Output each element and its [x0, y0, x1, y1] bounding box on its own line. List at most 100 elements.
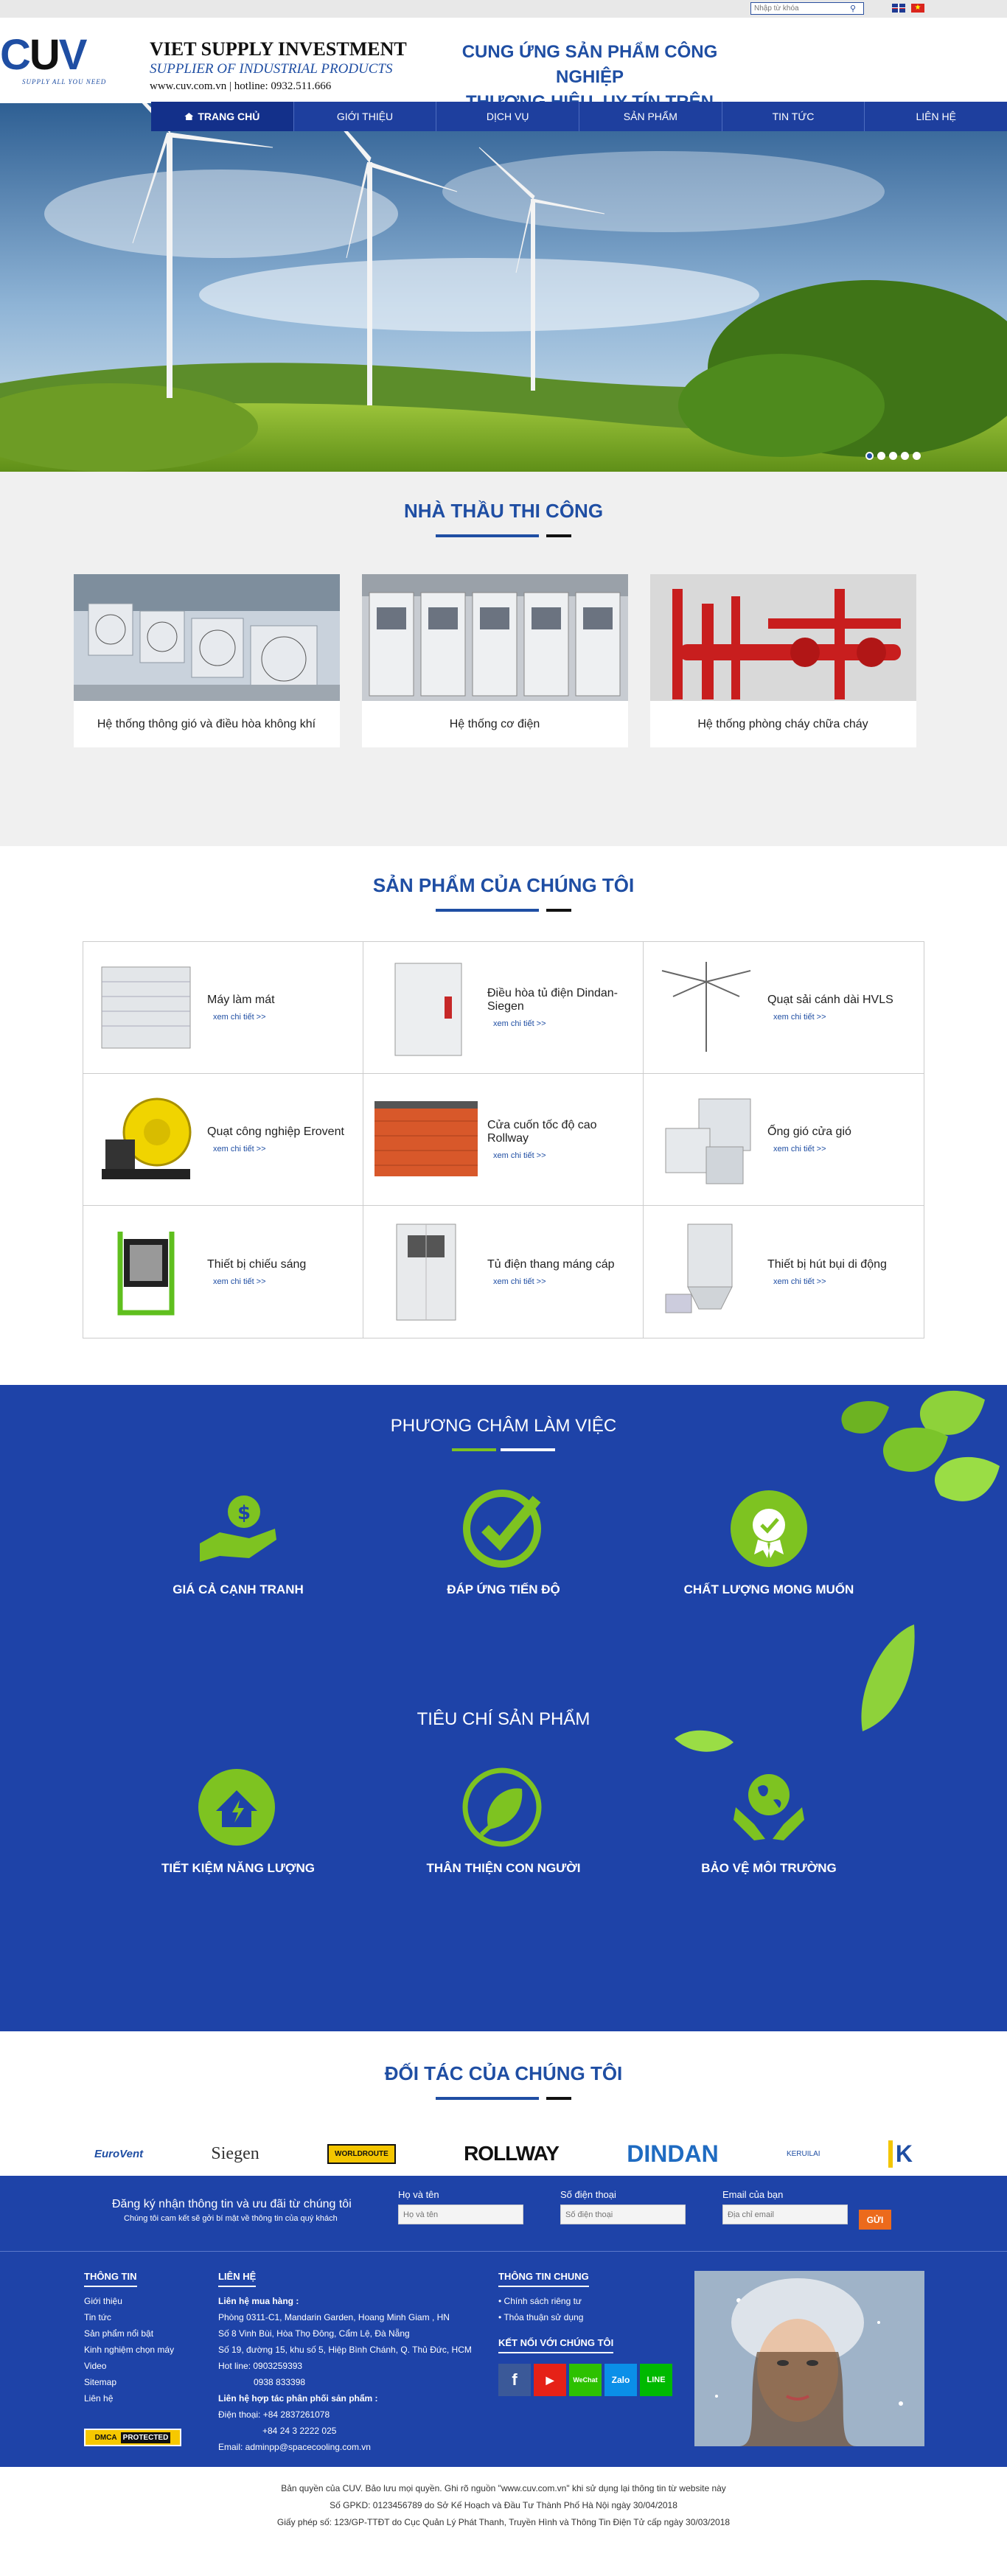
product-item[interactable]: Thiết bị hút bụi di động xem chi tiết >>	[644, 1206, 924, 1338]
footer-contact-title: LIÊN HỆ	[218, 2271, 257, 2287]
product-item[interactable]: Tủ điện thang máng cáp xem chi tiết >>	[363, 1206, 644, 1338]
values-section: PHƯƠNG CHÂM LÀM VIỆC $ GIÁ CẢ CẠNH TRANH…	[0, 1385, 1007, 2031]
view-detail-link[interactable]: xem chi tiết >>	[767, 1277, 887, 1286]
company-subtitle: SUPPLIER OF INDUSTRIAL PRODUCTS	[150, 61, 393, 77]
footer-link[interactable]: Giới thiệu	[84, 2293, 174, 2309]
contractor-caption: Hệ thống thông gió và điều hòa không khí	[97, 717, 316, 730]
contractor-card-electrical[interactable]: Hệ thống cơ điện	[361, 574, 628, 747]
product-item[interactable]: Điều hòa tủ điện Dindan-Siegen xem chi ti…	[363, 942, 644, 1074]
view-detail-link[interactable]: xem chi tiết >>	[487, 1019, 635, 1028]
product-item[interactable]: Ống gió cửa gió xem chi tiết >>	[644, 1074, 924, 1206]
search-box[interactable]: ⚲	[750, 2, 864, 15]
footer-info-title: THÔNG TIN	[84, 2271, 137, 2287]
partner-logo-dindan[interactable]: DINDAN	[627, 2140, 718, 2168]
phone-field[interactable]	[560, 2205, 686, 2224]
footer-social-title: KẾT NỐI VỚI CHÚNG TÔI	[498, 2337, 614, 2353]
nav-news[interactable]: TIN TỨC	[721, 102, 865, 131]
footer-link[interactable]: Video	[84, 2358, 174, 2374]
leaf-decoration	[675, 1730, 734, 1752]
dmca-badge[interactable]: DMCA PROTECTED	[84, 2429, 181, 2446]
view-detail-link[interactable]: xem chi tiết >>	[767, 1145, 851, 1153]
product-item[interactable]: Quạt công nghiệp Erovent xem chi tiết >>	[83, 1074, 363, 1206]
search-icon[interactable]: ⚲	[846, 4, 860, 13]
nav-services[interactable]: DỊCH VỤ	[436, 102, 579, 131]
title-separator	[452, 1448, 555, 1451]
product-item[interactable]: Cửa cuốn tốc độ cao Rollway xem chi tiết …	[363, 1074, 644, 1206]
contractor-card-fire[interactable]: Hệ thống phòng cháy chữa cháy	[649, 574, 916, 747]
footer-link[interactable]: Liên hệ	[84, 2390, 174, 2406]
quality-badge-icon	[731, 1490, 807, 1567]
header: CUV SUPPLY ALL YOU NEED VIET SUPPLY INVE…	[0, 18, 1007, 137]
electrical-panel-image	[396, 1224, 456, 1320]
view-detail-link[interactable]: xem chi tiết >>	[207, 1013, 275, 1022]
contractor-caption: Hệ thống phòng cháy chữa cháy	[697, 717, 868, 730]
contractor-card-hvac[interactable]: Hệ thống thông gió và điều hòa không khí	[73, 574, 340, 747]
partner-logo-keruilai[interactable]: KERUILAI	[787, 2150, 820, 2158]
privacy-link[interactable]: • Chính sách riêng tư	[498, 2293, 672, 2309]
terms-link[interactable]: • Thỏa thuận sử dụng	[498, 2309, 672, 2325]
subscribe-title: Đăng ký nhận thông tin và ưu đãi từ chún…	[112, 2198, 352, 2210]
air-cooler-image	[101, 966, 191, 1049]
contractor-section: NHÀ THẦU THI CÔNG Hệ thống thông gió và …	[0, 472, 1007, 846]
industrial-fan-image	[102, 1097, 192, 1179]
partner-logo-eurovent[interactable]: EuroVent	[94, 2148, 143, 2160]
footer-link[interactable]: Kinh nghiệm chọn máy	[84, 2342, 174, 2358]
motto-item: $ GIÁ CẢ CẠNH TRANH	[105, 1488, 371, 1597]
contractor-caption: Hệ thống cơ điện	[449, 717, 540, 730]
wechat-icon[interactable]: WeChat	[569, 2364, 602, 2396]
lighting-device-image	[117, 1231, 175, 1315]
fire-system-image	[649, 574, 916, 701]
partner-logo-siegen[interactable]: Siegen	[211, 2144, 259, 2164]
product-item[interactable]: Máy làm mát xem chi tiết >>	[83, 942, 363, 1074]
zalo-icon[interactable]: Zalo	[604, 2364, 637, 2396]
view-detail-link[interactable]: xem chi tiết >>	[207, 1145, 344, 1153]
search-input[interactable]	[751, 4, 846, 13]
nav-products[interactable]: SẢN PHẨM	[579, 102, 722, 131]
top-bar: ⚲ ★	[0, 0, 1007, 18]
motto-item: ĐÁP ỨNG TIẾN ĐỘ	[371, 1488, 636, 1597]
partner-logo-k[interactable]: K	[888, 2140, 913, 2168]
rolling-door-image	[374, 1101, 478, 1176]
logo-slogan: SUPPLY ALL YOU NEED	[22, 78, 107, 85]
products-section: SẢN PHẨM CỦA CHÚNG TÔI Máy làm mát xem ch…	[0, 846, 1007, 1385]
name-field[interactable]	[398, 2205, 523, 2224]
checkmark-icon	[463, 1490, 541, 1568]
footer-link[interactable]: Tin tức	[84, 2309, 174, 2325]
contractor-title: NHÀ THẦU THI CÔNG	[403, 500, 604, 522]
products-title: SẢN PHẨM CỦA CHÚNG TÔI	[372, 874, 635, 896]
brand-block: VIET SUPPLY INVESTMENT SUPPLIER OF INDUS…	[150, 38, 407, 93]
vietnam-flag-icon[interactable]: ★	[911, 4, 924, 13]
subscribe-submit-button[interactable]: GỬI	[859, 2210, 891, 2230]
title-separator	[436, 909, 571, 912]
nav-home[interactable]: TRANG CHỦ	[151, 102, 293, 131]
nav-about[interactable]: GIỚI THIỆU	[293, 102, 436, 131]
product-item[interactable]: Thiết bị chiếu sáng xem chi tiết >>	[83, 1206, 363, 1338]
product-item[interactable]: Quạt sải cánh dài HVLS xem chi tiết >>	[644, 942, 924, 1074]
view-detail-link[interactable]: xem chi tiết >>	[487, 1151, 635, 1160]
view-detail-link[interactable]: xem chi tiết >>	[487, 1277, 615, 1286]
eco-plug-icon	[462, 1767, 542, 1847]
company-name: VIET SUPPLY INVESTMENT	[150, 38, 407, 60]
earth-hands-icon	[734, 1774, 804, 1840]
youtube-icon[interactable]: ▶	[534, 2364, 566, 2396]
hero-slider[interactable]	[0, 103, 1007, 472]
site-logo[interactable]: CUV SUPPLY ALL YOU NEED	[0, 34, 136, 100]
footer-link[interactable]: Sản phẩm nổi bật	[84, 2325, 174, 2342]
view-detail-link[interactable]: xem chi tiết >>	[767, 1013, 893, 1022]
english-flag-icon[interactable]	[892, 4, 905, 13]
footer-general-title: THÔNG TIN CHUNG	[498, 2271, 589, 2287]
line-icon[interactable]: LINE	[640, 2364, 672, 2396]
view-detail-link[interactable]: xem chi tiết >>	[207, 1277, 306, 1286]
svg-text:$: $	[237, 1502, 251, 1524]
email-field[interactable]	[722, 2205, 848, 2224]
slider-dots[interactable]	[865, 452, 921, 460]
criteria-item: THÂN THIỆN CON NGƯỜI	[371, 1767, 636, 1876]
partner-logo-rollway[interactable]: ROLLWAY	[464, 2142, 560, 2165]
leaf-decoration	[861, 1624, 915, 1731]
facebook-icon[interactable]: f	[498, 2364, 531, 2396]
footer-link[interactable]: Sitemap	[84, 2374, 174, 2390]
electrical-cabinet-image	[361, 574, 628, 701]
partner-logo-worldroute[interactable]: WORLDROUTE	[327, 2143, 396, 2164]
nav-contact[interactable]: LIÊN HỆ	[864, 102, 1007, 131]
money-hand-icon: $	[200, 1495, 276, 1562]
